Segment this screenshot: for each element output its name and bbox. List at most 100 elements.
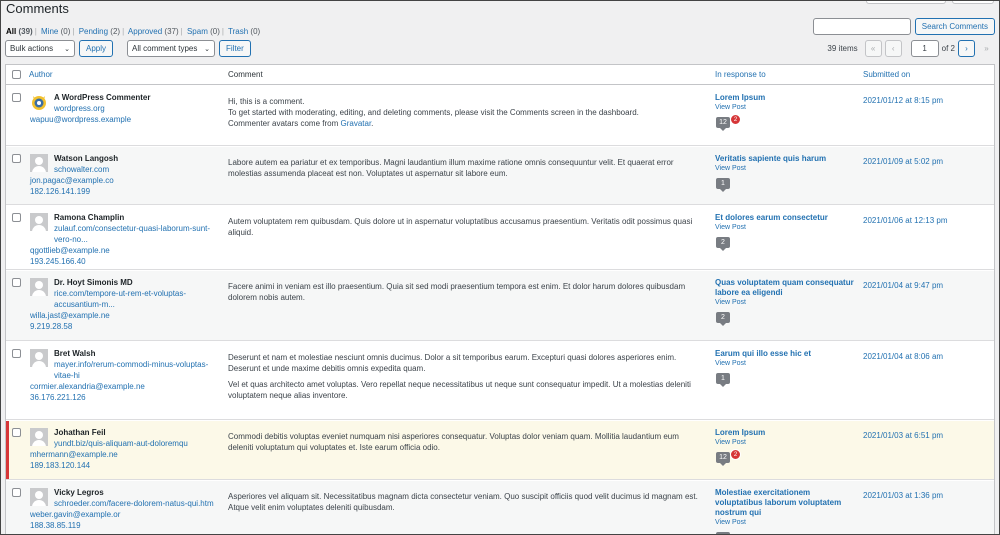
author-url[interactable]: mayer.info/rerum-commodi-minus-voluptas- bbox=[54, 359, 215, 370]
first-page-button[interactable]: « bbox=[864, 40, 882, 57]
screen-options-tab[interactable] bbox=[866, 0, 946, 4]
post-title-link[interactable]: Veritatis sapiente quis harum bbox=[715, 154, 855, 164]
column-submitted-on[interactable]: Submitted on bbox=[863, 70, 910, 79]
row-checkbox[interactable] bbox=[12, 213, 21, 222]
post-title-link[interactable]: Molestiae exercitationem voluptatibus la… bbox=[715, 488, 855, 518]
author-cell: A WordPress Commenter wordpress.org wapu… bbox=[30, 93, 215, 125]
row-checkbox[interactable] bbox=[12, 488, 21, 497]
status-filter-links: All (39) | Mine (0) | Pending (2) | Approve… bbox=[6, 27, 261, 36]
author-email[interactable]: wapuu@wordpress.example bbox=[30, 114, 215, 125]
page-title: Comments bbox=[6, 1, 69, 16]
author-url-continued[interactable]: vitae-hi bbox=[54, 370, 215, 381]
gravatar-link[interactable]: Gravatar bbox=[340, 119, 371, 128]
author-email[interactable]: weber.gavin@example.or bbox=[30, 509, 215, 520]
pending-count-badge[interactable]: 2 bbox=[730, 114, 741, 125]
post-title-link[interactable]: Lorem Ipsum bbox=[715, 428, 855, 438]
row-checkbox[interactable] bbox=[12, 278, 21, 287]
prev-page-button[interactable]: ‹ bbox=[884, 40, 902, 57]
row-checkbox[interactable] bbox=[12, 349, 21, 358]
select-all-checkbox[interactable] bbox=[12, 70, 21, 79]
view-post-link[interactable]: View Post bbox=[715, 298, 855, 308]
author-name: Bret Walsh bbox=[54, 349, 96, 358]
author-ip[interactable]: 182.126.141.199 bbox=[30, 186, 215, 197]
author-url[interactable]: schroeder.com/facere-dolorem-natus-qui.h… bbox=[54, 498, 215, 509]
author-url[interactable]: schowalter.com bbox=[54, 164, 215, 175]
author-url[interactable]: wordpress.org bbox=[54, 103, 215, 114]
author-email[interactable]: cormier.alexandria@example.ne bbox=[30, 381, 215, 392]
author-url-continued[interactable]: accusantium-m... bbox=[54, 299, 215, 310]
comment-count-bubble[interactable]: 12 bbox=[716, 452, 730, 466]
response-cell: Molestiae exercitationem voluptatibus la… bbox=[715, 488, 855, 534]
submitted-date[interactable]: 2021/01/09 at 5:02 pm bbox=[863, 157, 943, 167]
filter-mine[interactable]: Mine (0) bbox=[41, 27, 70, 36]
post-title-link[interactable]: Earum qui illo esse hic et bbox=[715, 349, 855, 359]
comment-count-bubble[interactable]: 1 bbox=[716, 178, 730, 192]
column-comment: Comment bbox=[228, 70, 263, 79]
comment-type-select[interactable]: All comment types ⌄ bbox=[127, 40, 216, 57]
current-page-input[interactable]: 1 bbox=[910, 40, 939, 57]
submitted-date[interactable]: 2021/01/03 at 1:36 pm bbox=[863, 491, 943, 501]
filter-trash[interactable]: Trash (0) bbox=[228, 27, 260, 36]
author-url[interactable]: yundt.biz/quis-aliquam-aut-doloremqu bbox=[54, 438, 215, 449]
post-title-link[interactable]: Quas voluptatem quam consequatur labore … bbox=[715, 278, 855, 298]
submitted-date[interactable]: 2021/01/03 at 6:51 pm bbox=[863, 431, 943, 441]
total-pages: of 2 bbox=[941, 44, 955, 53]
author-email[interactable]: mhermann@example.ne bbox=[30, 449, 215, 460]
author-email[interactable]: willa.jast@example.ne bbox=[30, 310, 215, 321]
author-url[interactable]: zulauf.com/consectetur-quasi-laborum-sun… bbox=[54, 223, 215, 234]
avatar bbox=[30, 213, 48, 231]
avatar bbox=[30, 349, 48, 367]
view-post-link[interactable]: View Post bbox=[715, 103, 855, 113]
row-checkbox[interactable] bbox=[12, 428, 21, 437]
view-post-link[interactable]: View Post bbox=[715, 518, 855, 528]
author-ip[interactable]: 9.219.28.58 bbox=[30, 321, 215, 332]
author-name: Johathan Feil bbox=[54, 428, 106, 437]
post-title-link[interactable]: Lorem Ipsum bbox=[715, 93, 855, 103]
author-ip[interactable]: 188.38.85.119 bbox=[30, 520, 215, 531]
search-comments-button[interactable]: Search Comments bbox=[914, 18, 995, 35]
view-post-link[interactable]: View Post bbox=[715, 438, 855, 448]
author-email[interactable]: jon.pagac@example.co bbox=[30, 175, 215, 186]
submitted-date[interactable]: 2021/01/04 at 8:06 am bbox=[863, 352, 943, 362]
row-checkbox[interactable] bbox=[12, 154, 21, 163]
filter-spam[interactable]: Spam (0) bbox=[187, 27, 220, 36]
filter-all[interactable]: All (39) bbox=[6, 27, 33, 36]
search-input[interactable] bbox=[812, 18, 911, 35]
submitted-date[interactable]: 2021/01/12 at 8:15 pm bbox=[863, 96, 943, 106]
last-page-button[interactable]: » bbox=[978, 40, 995, 57]
view-post-link[interactable]: View Post bbox=[715, 223, 855, 233]
response-cell: Earum qui illo esse hic et View Post 1 bbox=[715, 349, 855, 389]
column-author[interactable]: Author bbox=[29, 70, 53, 79]
author-email[interactable]: qgottlieb@example.ne bbox=[30, 245, 215, 256]
comment-count-bubble[interactable]: 2 bbox=[716, 312, 730, 326]
author-ip[interactable]: 189.183.120.144 bbox=[30, 460, 215, 471]
filter-button[interactable]: Filter bbox=[219, 40, 251, 57]
submitted-date[interactable]: 2021/01/04 at 9:47 pm bbox=[863, 281, 943, 291]
avatar bbox=[30, 278, 48, 296]
row-checkbox[interactable] bbox=[12, 93, 21, 102]
response-cell: Lorem Ipsum View Post 12 2 bbox=[715, 428, 855, 468]
author-cell: Bret Walsh mayer.info/rerum-commodi-minu… bbox=[30, 349, 215, 403]
column-in-response-to[interactable]: In response to bbox=[715, 70, 766, 79]
comment-count-bubble[interactable]: 2 bbox=[716, 237, 730, 251]
author-cell: Dr. Hoyt Simonis MD rice.com/tempore-ut-… bbox=[30, 278, 215, 332]
author-url[interactable]: rice.com/tempore-ut-rem-et-voluptas- bbox=[54, 288, 215, 299]
view-post-link[interactable]: View Post bbox=[715, 359, 855, 369]
bulk-actions-select[interactable]: Bulk actions ⌄ bbox=[5, 40, 75, 57]
apply-button[interactable]: Apply bbox=[79, 40, 114, 57]
post-title-link[interactable]: Et dolores earum consectetur bbox=[715, 213, 855, 223]
next-page-button[interactable]: › bbox=[958, 40, 975, 57]
help-tab[interactable] bbox=[952, 0, 994, 4]
filter-approved[interactable]: Approved (37) bbox=[128, 27, 179, 36]
items-count: 39 items bbox=[827, 44, 858, 53]
pending-count-badge[interactable]: 2 bbox=[730, 449, 741, 460]
submitted-date[interactable]: 2021/01/06 at 12:13 pm bbox=[863, 216, 948, 226]
author-ip[interactable]: 36.176.221.126 bbox=[30, 392, 215, 403]
comment-count-bubble[interactable]: 12 bbox=[716, 117, 730, 131]
filter-pending[interactable]: Pending (2) bbox=[79, 27, 120, 36]
view-post-link[interactable]: View Post bbox=[715, 164, 855, 174]
author-ip[interactable]: 193.245.166.40 bbox=[30, 256, 215, 267]
author-url-continued[interactable]: vero-no... bbox=[54, 234, 215, 245]
comment-count-bubble[interactable]: 1 bbox=[716, 373, 730, 387]
author-cell: Watson Langosh schowalter.com jon.pagac@… bbox=[30, 154, 215, 197]
